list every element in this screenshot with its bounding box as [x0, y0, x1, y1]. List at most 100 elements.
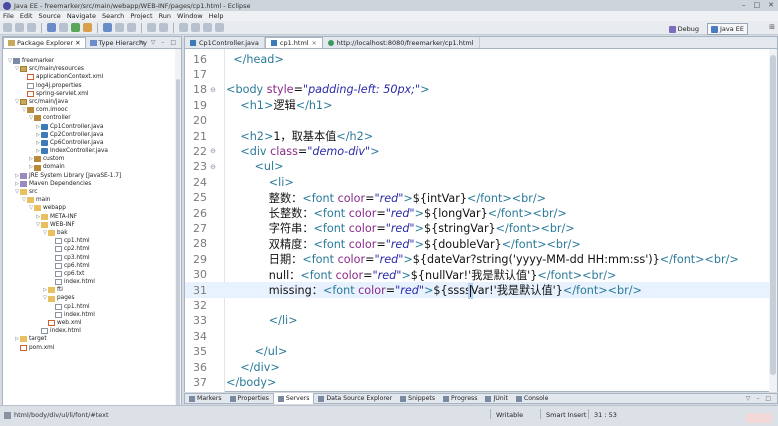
menu-help[interactable]: Help: [209, 12, 224, 20]
tree-item[interactable]: ▽ WEB-INF: [3, 221, 181, 229]
external-tools-icon[interactable]: [83, 23, 92, 32]
scrollbar-thumb[interactable]: [770, 55, 776, 375]
tree-item[interactable]: ▷ Cp1Controller.java: [3, 123, 181, 131]
tab-progress[interactable]: Progress: [439, 395, 481, 402]
fold-toggle-icon[interactable]: ⊖: [207, 163, 219, 171]
scrollbar-thumb[interactable]: [176, 79, 180, 409]
tree-item[interactable]: ▽ webapp: [3, 204, 181, 212]
menu-file[interactable]: File: [3, 12, 14, 20]
code-line[interactable]: 21 <h2>1，取基本值</h2>: [185, 128, 769, 144]
code-line[interactable]: 29 日期：<font color="red">${dateVar?string…: [185, 251, 769, 267]
code-line[interactable]: 23 ⊖ <ul>: [185, 159, 769, 175]
save-all-icon[interactable]: [27, 23, 36, 32]
tree-item[interactable]: cp1.html: [3, 303, 181, 311]
code-line[interactable]: 18 ⊖ <body style="padding-left: 50px;">: [185, 82, 769, 98]
tree-item[interactable]: cp6.html: [3, 262, 181, 270]
code-line[interactable]: 24 <li>: [185, 174, 769, 190]
code-line[interactable]: 17: [185, 66, 769, 82]
perspective-java-ee[interactable]: Java EE: [706, 23, 748, 35]
code-line[interactable]: 33 </li>: [185, 313, 769, 329]
tree-item[interactable]: web.xml: [3, 319, 181, 327]
tab-markers[interactable]: Markers: [185, 395, 226, 402]
editor-tab[interactable]: http://localhost:8080/freemarker/cp1.htm…: [323, 37, 480, 48]
tree-item[interactable]: pom.xml: [3, 344, 181, 352]
tab-data-source-explorer[interactable]: Data Source Explorer: [314, 395, 396, 402]
code-area[interactable]: 16 </head> 17 18 ⊖ <body style="padding-lef…: [185, 49, 769, 392]
tree-item[interactable]: ▽ src/main/java: [3, 98, 181, 106]
search-icon[interactable]: [159, 23, 168, 32]
back-icon[interactable]: [203, 23, 212, 32]
close-icon[interactable]: ✕: [312, 40, 317, 47]
new-icon[interactable]: [3, 23, 12, 32]
tree-item[interactable]: ▽ src/main/resources: [3, 65, 181, 73]
run-icon[interactable]: [71, 23, 80, 32]
tree-item[interactable]: ▷ target: [3, 335, 181, 343]
tree-item[interactable]: index.html: [3, 278, 181, 286]
tree-item[interactable]: ▷ META-INF: [3, 213, 181, 221]
code-line[interactable]: 20: [185, 113, 769, 129]
close-button[interactable]: ✕: [768, 1, 774, 9]
tree-item[interactable]: ▷ ftl: [3, 286, 181, 294]
perspective-debug[interactable]: Debug: [665, 23, 703, 35]
code-line[interactable]: 27 字符串：<font color="red">${stringVar}</f…: [185, 220, 769, 236]
tree-item[interactable]: cp3.html: [3, 254, 181, 262]
tab-snippets[interactable]: Snippets: [396, 395, 439, 402]
tree-item[interactable]: ▷ domain: [3, 163, 181, 171]
code-line[interactable]: 26 长整数：<font color="red">${longVar}</fon…: [185, 205, 769, 221]
tree-item[interactable]: spring-servlet.xml: [3, 90, 181, 98]
close-icon[interactable]: ✕: [75, 39, 80, 47]
editor-tab[interactable]: Cp1Controller.java: [185, 37, 265, 48]
tab-console[interactable]: Console: [512, 395, 553, 402]
tree-item[interactable]: ▽ controller: [3, 114, 181, 122]
tab-properties[interactable]: Properties: [226, 395, 273, 402]
code-line[interactable]: 34: [185, 328, 769, 344]
tree-item[interactable]: ▷ Cp2Controller.java: [3, 131, 181, 139]
menu-navigate[interactable]: Navigate: [67, 12, 96, 20]
code-line[interactable]: 32: [185, 297, 769, 313]
fold-toggle-icon[interactable]: ⊖: [207, 86, 219, 94]
code-line[interactable]: 30 null：<font color="red">${nullVar!'我是默…: [185, 267, 769, 283]
tab-junit[interactable]: JUnit: [481, 395, 511, 402]
tree-scrollbar[interactable]: [175, 49, 181, 409]
tree-item[interactable]: ▷ Cp6Controller.java: [3, 139, 181, 147]
code-line[interactable]: 31 missing：<font color="red">${ssssVar!'…: [185, 282, 769, 298]
new-java-project-icon[interactable]: [103, 23, 112, 32]
next-annotation-icon[interactable]: [179, 23, 188, 32]
tree-item[interactable]: ▷ custom: [3, 155, 181, 163]
tab-servers[interactable]: Servers: [272, 393, 315, 404]
code-line[interactable]: 22 ⊖ <div class="demo-div">: [185, 143, 769, 159]
new-class-icon[interactable]: [127, 23, 136, 32]
editor-scrollbar[interactable]: [769, 49, 777, 392]
tree-item[interactable]: applicationContext.xml: [3, 73, 181, 81]
menu-search[interactable]: Search: [102, 12, 124, 20]
tab-package-explorer[interactable]: Package Explorer ✕: [3, 37, 86, 48]
menu-source[interactable]: Source: [38, 12, 60, 20]
save-icon[interactable]: [15, 23, 24, 32]
previous-annotation-icon[interactable]: [191, 23, 200, 32]
code-line[interactable]: 28 双精度：<font color="red">${doubleVar}</f…: [185, 236, 769, 252]
code-line[interactable]: 16 </head>: [185, 51, 769, 67]
menu-project[interactable]: Project: [130, 12, 152, 20]
tree-item[interactable]: ▽ bak: [3, 229, 181, 237]
tree-item[interactable]: ▷ IndexController.java: [3, 147, 181, 155]
code-line[interactable]: 25 整数：<font color="red">${intVar}</font>…: [185, 190, 769, 206]
tree-item[interactable]: index.html: [3, 327, 181, 335]
build-icon[interactable]: [47, 23, 56, 32]
tree-item[interactable]: cp2.html: [3, 245, 181, 253]
code-line[interactable]: 35 </ul>: [185, 344, 769, 360]
menu-run[interactable]: Run: [159, 12, 171, 20]
code-line[interactable]: 36 </div>: [185, 359, 769, 375]
code-line[interactable]: 19 <h1>逻辑</h1>: [185, 97, 769, 113]
tree-item[interactable]: log4j.properties: [3, 82, 181, 90]
open-perspective-icon[interactable]: ⊞: [769, 23, 775, 31]
tree-item[interactable]: ▷ JRE System Library [JavaSE-1.7]: [3, 172, 181, 180]
menu-edit[interactable]: Edit: [20, 12, 33, 20]
tree-item[interactable]: ▽ main: [3, 196, 181, 204]
tree-item[interactable]: ▽ pages: [3, 294, 181, 302]
tree-item[interactable]: ▽ freemarker: [3, 57, 181, 65]
forward-icon[interactable]: [215, 23, 224, 32]
tree-item[interactable]: ▽ com.imooc: [3, 106, 181, 114]
tree-item[interactable]: index.html: [3, 311, 181, 319]
editor-tab[interactable]: cp1.html ✕: [264, 37, 323, 48]
view-menu-icon[interactable]: ▽ – □: [746, 395, 777, 402]
